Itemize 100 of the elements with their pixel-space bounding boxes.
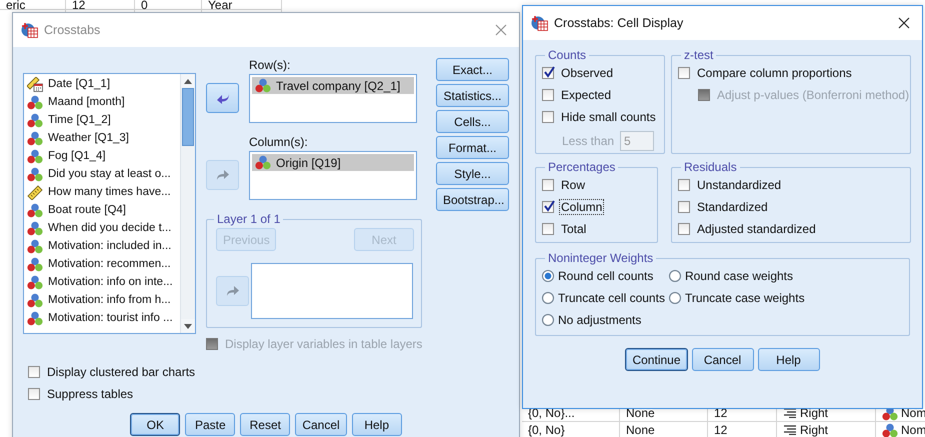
checkbox[interactable] (542, 201, 554, 213)
radio-label: Round case weights (684, 269, 794, 283)
radio-button[interactable] (668, 292, 681, 304)
nominal-variable-icon (27, 310, 43, 326)
close-button[interactable] (896, 15, 912, 31)
dialog-button[interactable]: Cells... (436, 110, 509, 133)
dialog-button[interactable]: Help (758, 348, 820, 371)
close-icon (495, 24, 507, 36)
radio-button[interactable] (668, 270, 681, 282)
nominal-variable-icon (27, 292, 43, 308)
variable-item[interactable]: Motivation: info on inte... (48, 276, 173, 288)
checkbox[interactable] (542, 179, 554, 191)
dialog-button[interactable]: Cancel (692, 348, 754, 371)
checkbox-label: Display clustered bar charts (46, 365, 196, 379)
dialog-button[interactable]: Statistics... (436, 84, 509, 107)
checkbox[interactable] (542, 223, 554, 235)
dialog-button[interactable]: Reset (240, 413, 290, 436)
variable-item[interactable]: Maand [month] (48, 96, 125, 108)
nominal-variable-icon (27, 94, 43, 110)
variable-item[interactable]: Weather [Q1_3] (48, 132, 129, 144)
nominal-variable-icon (882, 422, 898, 437)
dialog-button[interactable]: Bootstrap... (436, 188, 509, 211)
variable-item[interactable]: How many times have... (48, 186, 171, 198)
field-label: Less than (562, 134, 614, 148)
group-title: Layer 1 of 1 (216, 212, 282, 226)
dialog-button[interactable]: Continue (625, 348, 688, 371)
columns-list[interactable]: Origin [Q19] (249, 151, 417, 200)
nominal-variable-icon (27, 166, 43, 182)
rows-list[interactable]: Travel company [Q2_1] (249, 74, 417, 123)
sheet-cell: 12 (714, 423, 728, 437)
checkbox[interactable] (678, 201, 690, 213)
variable-item[interactable]: Did you stay at least o... (48, 168, 171, 180)
field-label: Column(s): (249, 135, 309, 151)
checkbox[interactable] (28, 388, 40, 400)
dialog-button[interactable]: Format... (436, 136, 509, 159)
variable-list[interactable] (23, 73, 196, 334)
group-title: Residuals (683, 160, 738, 174)
radio-button[interactable] (542, 270, 554, 282)
checkbox-label: Compare column proportions (696, 66, 853, 80)
sheet-cell: {0, No} (528, 423, 565, 437)
dialog-button[interactable]: Cancel (295, 413, 347, 436)
nominal-variable-icon (27, 274, 43, 290)
variable-item[interactable]: Fog [Q1_4] (48, 150, 106, 162)
checkbox-label: Suppress tables (46, 387, 134, 401)
checkbox-label: Adjust p-values (Bonferroni method) (716, 88, 910, 102)
dialog-button[interactable]: Paste (185, 413, 236, 436)
nominal-variable-icon (27, 256, 43, 272)
scroll-down-icon[interactable] (184, 324, 192, 328)
nominal-variable-icon (27, 202, 43, 218)
sheet-cell: eric (6, 0, 26, 12)
checkbox-label: Hide small counts (560, 110, 657, 124)
checkbox[interactable] (678, 179, 690, 191)
checkbox[interactable] (678, 67, 690, 79)
left-arrow-icon (216, 92, 230, 104)
variable-item[interactable]: Motivation: tourist info ... (48, 312, 173, 324)
checkbox-label: Display layer variables in table layers (224, 337, 424, 351)
radio-button[interactable] (542, 292, 554, 304)
checkbox-label: Standardized (696, 200, 769, 214)
sheet-cell: Year (208, 0, 232, 12)
selected-variable[interactable]: Travel company [Q2_1] (252, 77, 414, 94)
variable-item[interactable]: When did you decide t... (48, 222, 172, 234)
dialog-button[interactable]: Style... (436, 162, 509, 185)
sheet-cell: 12 (72, 0, 86, 12)
variable-item[interactable]: Time [Q1_2] (48, 114, 111, 126)
checkbox[interactable] (542, 67, 554, 79)
sheet-cell: None (626, 423, 655, 437)
variable-item[interactable]: Boat route [Q4] (48, 204, 126, 216)
checkbox[interactable] (678, 223, 690, 235)
variable-item[interactable]: Motivation: info from h... (48, 294, 171, 306)
checkbox[interactable] (542, 111, 554, 123)
nominal-variable-icon (27, 130, 43, 146)
window-title: Crosstabs (44, 23, 102, 37)
right-arrow-icon (216, 169, 230, 181)
checkbox[interactable] (28, 366, 40, 378)
checkbox[interactable] (542, 89, 554, 101)
ruler-calendar-icon (27, 76, 43, 92)
dialog-button[interactable]: Exact... (436, 58, 509, 81)
sheet-cell: 0 (141, 0, 148, 12)
dialog-button[interactable]: Help (352, 413, 402, 436)
move-button[interactable] (206, 83, 239, 113)
variable-item[interactable]: Motivation: recommen... (48, 258, 171, 270)
radio-button[interactable] (542, 314, 554, 326)
scrollbar[interactable] (180, 74, 195, 333)
right-arrow-icon (226, 285, 240, 297)
group-title: Counts (547, 48, 588, 62)
align-right-icon (783, 408, 797, 418)
selected-variable[interactable]: Origin [Q19] (252, 154, 414, 171)
radio-label: Truncate cell counts (558, 291, 665, 305)
close-icon (898, 17, 910, 29)
table-dialog-icon (531, 15, 548, 31)
variable-item[interactable]: Date [Q1_1] (48, 78, 110, 90)
layer-list[interactable] (251, 263, 413, 319)
dialog-button[interactable]: OK (130, 413, 180, 436)
scroll-thumb[interactable] (182, 88, 194, 146)
nominal-variable-icon (27, 112, 43, 128)
group-title: Percentages (547, 160, 616, 174)
nominal-variable-icon (255, 78, 271, 93)
scroll-up-icon[interactable] (184, 78, 192, 84)
variable-item[interactable]: Motivation: included in... (48, 240, 172, 252)
window-title: Crosstabs: Cell Display (554, 16, 684, 30)
